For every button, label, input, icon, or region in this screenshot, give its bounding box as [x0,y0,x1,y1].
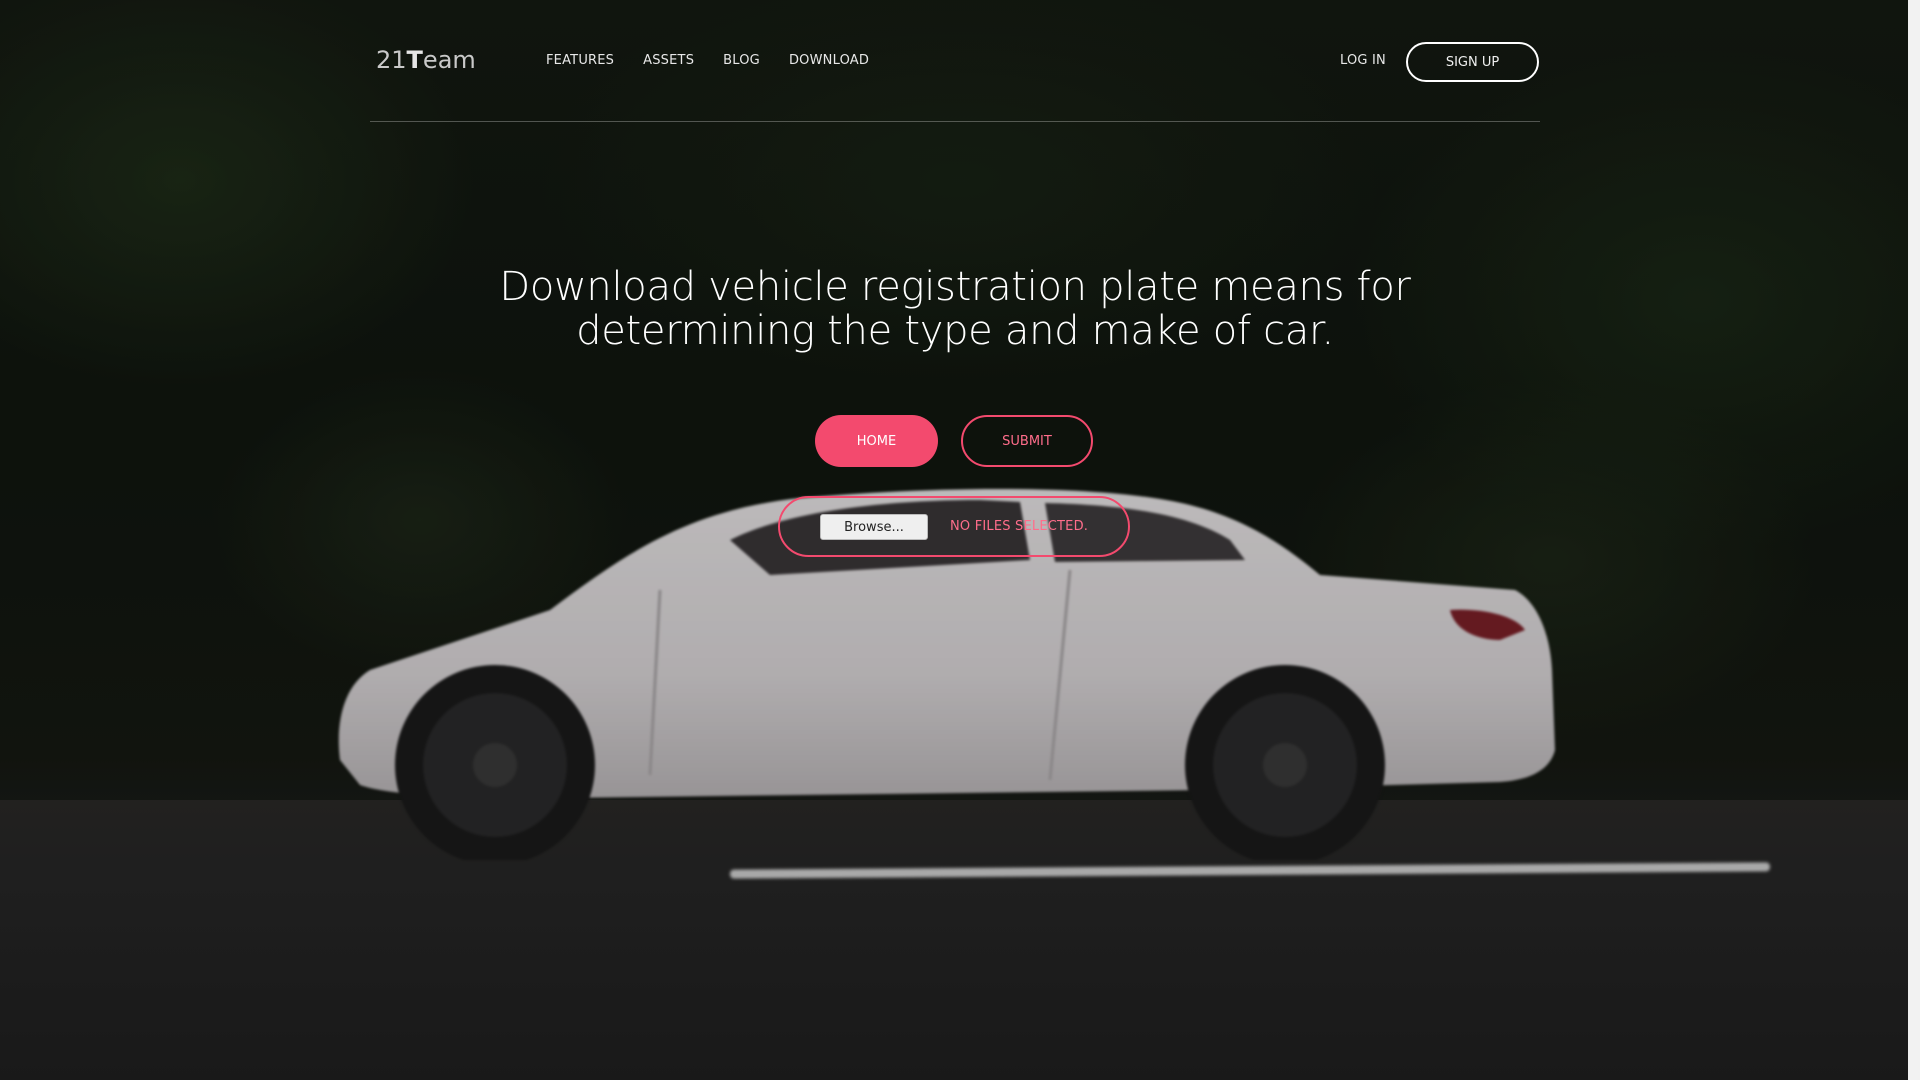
top-navigation: 21Team FEATURES ASSETS BLOG DOWNLOAD LOG… [370,40,1540,122]
file-upload-field[interactable]: Browse... NO FILES SELECTED. [778,496,1130,557]
submit-button[interactable]: SUBMIT [961,415,1093,467]
logo-suffix: eam [422,46,476,74]
nav-link-download[interactable]: DOWNLOAD [789,53,869,68]
login-link[interactable]: LOG IN [1340,53,1386,68]
hero-title-line-2: determining the type and make of car. [576,308,1334,354]
logo-prefix: 21 [376,46,407,74]
nav-link-features[interactable]: FEATURES [546,53,614,68]
file-status-text: NO FILES SELECTED. [950,519,1089,534]
hero-title-line-1: Download vehicle registration plate mean… [499,264,1411,310]
hero-title: Download vehicle registration plate mean… [460,265,1450,353]
nav-link-blog[interactable]: BLOG [723,53,760,68]
scrollbar[interactable] [1908,0,1920,1080]
logo-bold-letter: T [406,46,423,74]
browse-button[interactable]: Browse... [820,514,928,540]
brand-logo[interactable]: 21Team [376,46,476,74]
signup-button[interactable]: SIGN UP [1406,42,1539,82]
nav-link-assets[interactable]: ASSETS [643,53,694,68]
main-menu: FEATURES ASSETS BLOG DOWNLOAD [546,53,869,68]
home-button[interactable]: HOME [815,415,938,467]
